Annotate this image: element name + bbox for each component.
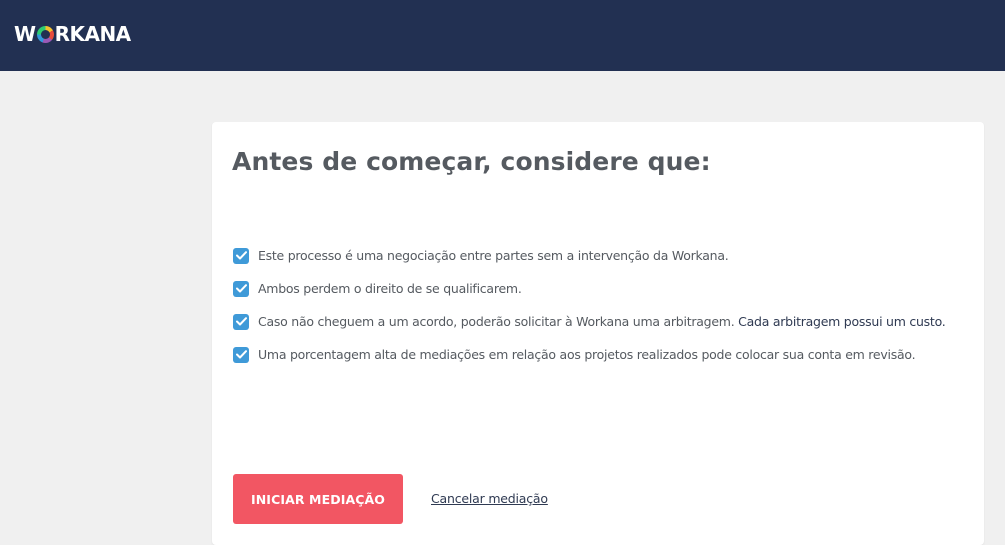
list-item-text: Caso não cheguem a um acordo, poderão so… [258, 314, 946, 329]
arbitration-cost-link[interactable]: Cada arbitragem possui um custo. [738, 314, 946, 329]
checkbox-checked[interactable] [233, 346, 249, 363]
list-item: Ambos perdem o direito de se qualificare… [233, 272, 945, 305]
start-mediation-button[interactable]: INICIAR MEDIAÇÃO [233, 474, 403, 524]
logo-ring-icon [36, 25, 54, 43]
list-item-text: Este processo é uma negociação entre par… [258, 248, 729, 263]
list-item: Uma porcentagem alta de mediações em rel… [233, 338, 945, 371]
considerations-list: Este processo é uma negociação entre par… [233, 239, 946, 371]
list-item-text: Ambos perdem o direito de se qualificare… [258, 281, 522, 296]
top-navbar: W RKANA [0, 0, 1005, 71]
checkmark-icon [235, 284, 247, 293]
checkbox-checked[interactable] [233, 247, 249, 264]
page-title: Antes de começar, considere que: [232, 147, 711, 176]
checkmark-icon [235, 350, 247, 359]
checkbox-checked[interactable] [233, 313, 249, 330]
list-item: Este processo é uma negociação entre par… [233, 239, 945, 272]
mediation-card: Antes de começar, considere que: Este pr… [212, 122, 984, 545]
checkmark-icon [235, 317, 247, 326]
workana-logo[interactable]: W RKANA [14, 23, 131, 45]
logo-letter-w: W [14, 22, 36, 46]
list-item: Caso não cheguem a um acordo, poderão so… [233, 305, 946, 338]
checkmark-icon [235, 251, 247, 260]
list-item-text-main: Caso não cheguem a um acordo, poderão so… [258, 314, 739, 329]
list-item-text: Uma porcentagem alta de mediações em rel… [258, 347, 916, 362]
cancel-mediation-link[interactable]: Cancelar mediação [431, 491, 548, 506]
checkbox-checked[interactable] [233, 280, 249, 297]
logo-letters-rest: RKANA [54, 22, 132, 46]
